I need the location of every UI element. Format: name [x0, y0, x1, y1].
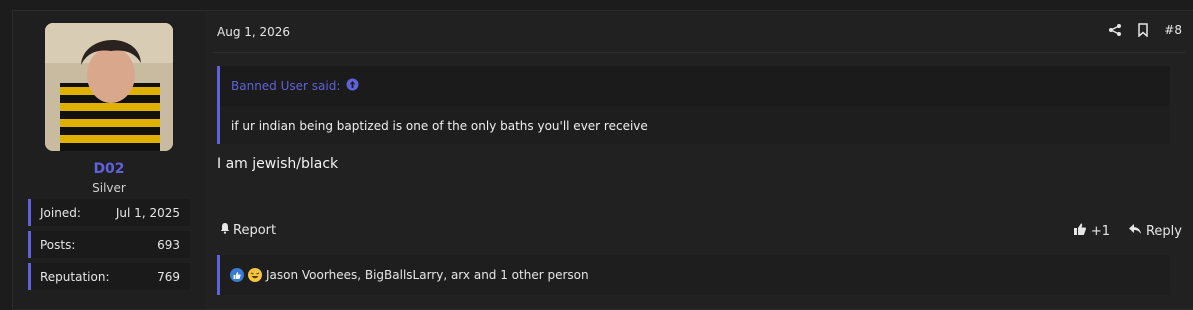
stat-joined: Joined: Jul 1, 2025 [28, 199, 190, 226]
reactions-bar[interactable]: Jason Voorhees, BigBallsLarry, arx and 1… [217, 255, 1170, 295]
stat-reputation: Reputation: 769 [28, 263, 190, 290]
report-label: Report [233, 222, 277, 238]
post-number[interactable]: #8 [1164, 23, 1182, 37]
thumbs-up-icon [1073, 222, 1087, 240]
stat-label: Joined: [40, 205, 81, 220]
stat-posts: Posts: 693 [28, 231, 190, 258]
post-header-actions: #8 [1108, 23, 1182, 38]
quote-text: if ur indian being baptized is one of th… [231, 119, 648, 133]
quote-header[interactable]: Banned User said: [220, 66, 1170, 106]
forum-post: D02 Silver Joined: Jul 1, 2025 Posts: 69… [12, 10, 1193, 310]
reply-button[interactable]: Reply [1128, 222, 1182, 240]
stat-label: Posts: [40, 237, 76, 252]
arrow-up-circle-icon[interactable] [346, 78, 359, 94]
post-main: Aug 1, 2026 #8 Banned User said: if ur i… [205, 11, 1193, 309]
avatar-image [45, 23, 173, 151]
quote-author[interactable]: Banned User said: [231, 79, 340, 93]
stat-value: 769 [157, 269, 180, 284]
bell-icon [219, 222, 231, 238]
like-count: +1 [1090, 223, 1110, 239]
report-button[interactable]: Report [219, 222, 276, 238]
post-footer-actions: +1 Reply [1073, 222, 1182, 240]
post-message: I am jewish/black [217, 156, 339, 172]
bookmark-icon[interactable] [1136, 23, 1150, 38]
stat-value: 693 [157, 237, 180, 252]
user-sidebar: D02 Silver Joined: Jul 1, 2025 Posts: 69… [13, 11, 205, 309]
reply-icon [1128, 222, 1142, 240]
like-button[interactable]: +1 [1073, 222, 1110, 240]
laugh-reaction-icon [248, 268, 262, 282]
user-title: Silver [92, 181, 126, 195]
reactions-text[interactable]: Jason Voorhees, BigBallsLarry, arx and 1… [266, 268, 589, 282]
share-icon[interactable] [1108, 23, 1122, 37]
username[interactable]: D02 [13, 161, 205, 177]
quote-block: Banned User said: if ur indian being bap… [217, 66, 1170, 144]
header-divider [213, 52, 1186, 53]
stat-label: Reputation: [40, 269, 110, 284]
reply-label: Reply [1145, 223, 1182, 239]
post-date[interactable]: Aug 1, 2026 [217, 25, 290, 39]
avatar[interactable] [45, 23, 173, 151]
stat-value: Jul 1, 2025 [115, 205, 180, 220]
like-reaction-icon [230, 268, 244, 282]
